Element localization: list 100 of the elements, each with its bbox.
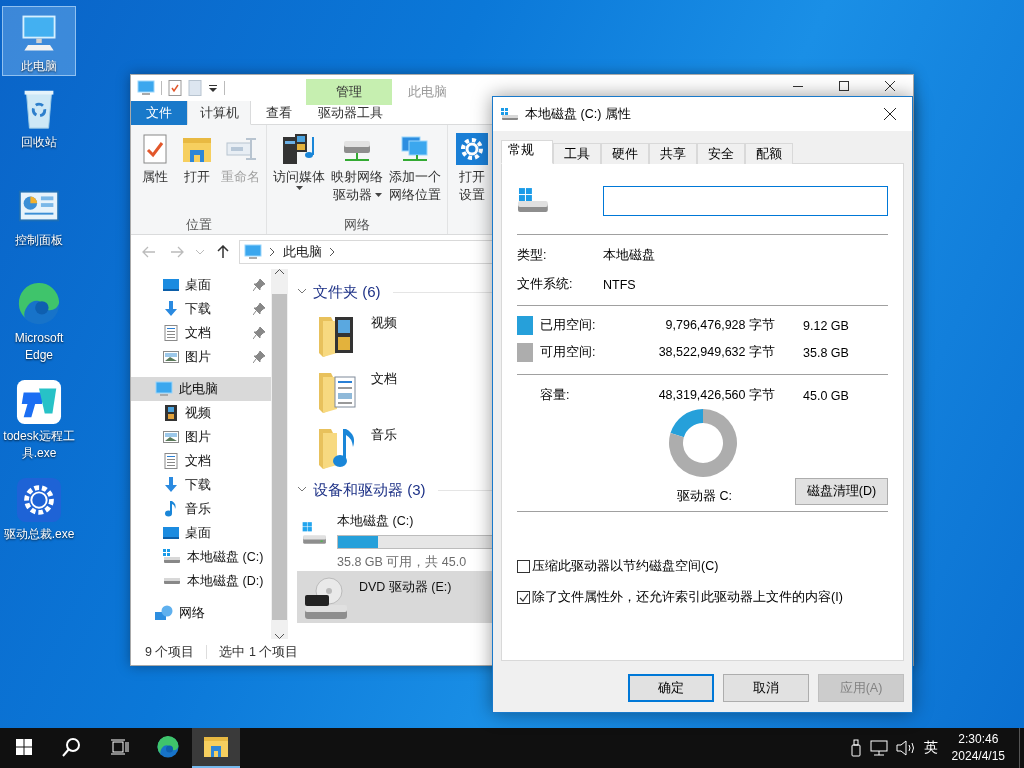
info-value: NTFS <box>603 277 637 292</box>
checkbox[interactable] <box>517 560 530 573</box>
ribbon-group-label: 网络 <box>344 217 370 233</box>
pin-icon <box>253 279 265 291</box>
document-icon <box>163 453 179 469</box>
nav-item[interactable]: 音乐 <box>131 497 271 521</box>
chevron-right-icon <box>270 248 275 256</box>
nav-item[interactable]: 视频 <box>131 401 271 425</box>
item-tile[interactable]: 音乐 <box>297 419 537 471</box>
ribbon-button[interactable]: 添加一个 网络位置 <box>387 129 443 217</box>
desktop-icon-label[interactable]: todesk远程工具.exe <box>3 428 75 462</box>
byte-count: 38,522,949,632 字节 <box>657 344 775 361</box>
caret-icon <box>374 193 382 197</box>
scroll-up-icon <box>275 269 284 274</box>
customize-caret-icon[interactable] <box>208 83 218 93</box>
usb-icon[interactable] <box>849 739 862 757</box>
nav-item[interactable]: 本地磁盘 (C:) <box>131 545 271 569</box>
check-icon <box>518 592 529 603</box>
chevron-down-icon[interactable] <box>297 286 307 296</box>
chevron-right-icon <box>330 248 335 256</box>
dialog-tab[interactable]: 硬件 <box>601 143 649 164</box>
dialog-title: 本地磁盘 (C:) 属性 <box>525 105 632 123</box>
up-arrow-icon <box>216 245 230 259</box>
ribbon-button[interactable]: 打开 设置 <box>452 129 492 217</box>
size-value: 9.12 GB <box>803 318 850 333</box>
chevron-down-icon[interactable] <box>297 484 307 494</box>
group-title[interactable]: 文件夹 (6) <box>313 282 381 302</box>
context-tab-header: 管理 <box>306 79 392 105</box>
disk-cleanup-button[interactable]: 磁盘清理(D) <box>795 478 888 505</box>
nav-item[interactable]: 图片 <box>131 345 271 369</box>
dialog-button[interactable]: 确定 <box>628 674 714 702</box>
nav-item[interactable]: 网络 <box>131 601 271 625</box>
image-icon <box>163 349 179 365</box>
nav-item[interactable]: 文档 <box>131 321 271 345</box>
dialog-tab[interactable]: 常规 <box>501 140 553 164</box>
space-label: 容量: <box>538 387 571 404</box>
nav-item[interactable]: 本地磁盘 (D:) <box>131 569 271 593</box>
dialog-button[interactable]: 取消 <box>723 674 809 702</box>
drive-name-field[interactable] <box>602 186 888 216</box>
ribbon-button[interactable]: 属性 <box>135 129 175 217</box>
taskbar-app[interactable] <box>192 728 240 768</box>
ribbon-button[interactable]: 打开 <box>177 129 217 217</box>
computer-icon <box>155 381 173 397</box>
size-value: 35.8 GB <box>803 345 850 360</box>
selection-count: 选中 1 个项目 <box>219 643 299 661</box>
music-note-icon <box>163 501 179 517</box>
ribbon-button[interactable]: 映射网络 驱动器 <box>329 129 385 217</box>
byte-count: 48,319,426,560 字节 <box>657 387 775 404</box>
desktop-icon-label[interactable]: 控制面板 <box>3 232 75 249</box>
back-arrow-icon <box>142 245 156 259</box>
clock-time: 2:30:46 <box>958 731 999 748</box>
network-icon <box>155 605 173 621</box>
pin-icon <box>253 327 265 339</box>
nav-item[interactable]: 桌面 <box>131 273 271 297</box>
scrollbar[interactable] <box>271 269 288 639</box>
image-icon <box>163 429 179 445</box>
browser-icon <box>16 281 62 327</box>
dialog-tab[interactable]: 工具 <box>553 143 601 164</box>
dialog-tab[interactable]: 共享 <box>649 143 697 164</box>
remote-app-icon <box>16 379 62 425</box>
nav-item[interactable]: 此电脑 <box>131 377 271 401</box>
group-title[interactable]: 设备和驱动器 (3) <box>313 480 426 500</box>
settings-icon[interactable] <box>456 133 488 165</box>
ribbon-group-label: 位置 <box>185 217 212 233</box>
item-tile[interactable]: 视频 <box>297 307 537 359</box>
byte-count: 9,796,476,928 字节 <box>664 317 775 334</box>
desktop-icon-label[interactable]: Microsoft Edge <box>3 330 75 364</box>
clock-date: 2024/4/15 <box>951 748 1005 765</box>
gear-icon <box>16 477 62 523</box>
search-icon <box>62 737 82 757</box>
item-tile[interactable]: 文档 <box>297 363 537 415</box>
dialog-tab[interactable]: 配额 <box>745 143 793 164</box>
checkbox[interactable] <box>517 591 530 604</box>
dialog-tab[interactable]: 安全 <box>697 143 745 164</box>
item-count: 9 个项目 <box>145 643 195 661</box>
desktop-icon <box>163 277 179 293</box>
ribbon-tab[interactable]: 计算机 <box>187 101 251 125</box>
volume-icon[interactable] <box>895 740 916 756</box>
properties-icon[interactable] <box>168 80 182 96</box>
nav-item[interactable]: 文档 <box>131 449 271 473</box>
maximize-icon <box>839 81 849 91</box>
input-method-indicator[interactable]: 英 <box>923 739 938 757</box>
ribbon-tab[interactable]: 文件 <box>131 101 187 125</box>
nav-item[interactable]: 下载 <box>131 473 271 497</box>
close-icon <box>885 81 895 91</box>
nav-item[interactable]: 下载 <box>131 297 271 321</box>
ribbon-button[interactable]: 访问媒体 <box>271 129 327 217</box>
browser-icon[interactable] <box>156 735 180 759</box>
clock[interactable]: 2:30:46 2024/4/15 <box>945 731 1011 765</box>
nav-item[interactable]: 桌面 <box>131 521 271 545</box>
media-server-icon[interactable] <box>281 133 317 165</box>
network-icon[interactable] <box>869 740 888 756</box>
ribbon-tab[interactable]: 查看 <box>251 101 307 125</box>
desktop-icon <box>163 525 179 541</box>
desktop-icon-label[interactable]: 回收站 <box>3 134 75 151</box>
nav-item[interactable]: 图片 <box>131 425 271 449</box>
desktop-icon-label[interactable]: 驱动总裁.exe <box>3 526 75 543</box>
pin-icon <box>253 351 265 363</box>
drive-icon <box>163 577 181 585</box>
breadcrumb[interactable]: 此电脑 <box>283 243 322 261</box>
